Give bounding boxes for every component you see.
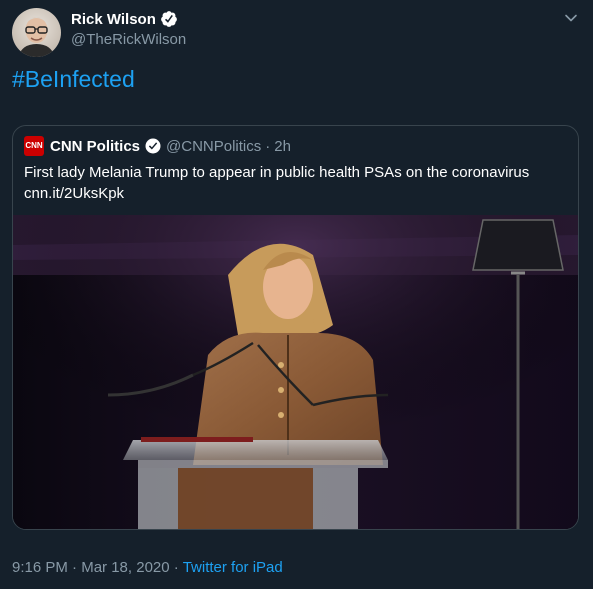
quoted-media-image[interactable] — [13, 215, 578, 529]
verified-badge-icon — [144, 137, 162, 155]
separator-dot: · — [72, 559, 78, 576]
quoted-text-line: First lady Melania Trump to appear in pu… — [24, 164, 530, 181]
cnn-logo-icon: CNN — [24, 136, 44, 156]
quoted-tweet-text: First lady Melania Trump to appear in pu… — [24, 162, 569, 204]
separator-dot: · — [173, 559, 179, 576]
quoted-tweet-header: CNN CNN Politics @CNNPolitics · 2h — [24, 136, 291, 156]
tweet-hashtag-link[interactable]: #BeInfected — [12, 66, 135, 93]
quoted-timestamp: 2h — [274, 137, 291, 155]
author-handle[interactable]: @TheRickWilson — [71, 31, 186, 48]
tweet-time[interactable]: 9:16 PM — [12, 559, 68, 576]
author-display-name[interactable]: Rick Wilson — [71, 11, 156, 28]
quoted-tweet-card[interactable]: CNN CNN Politics @CNNPolitics · 2h First… — [12, 125, 579, 530]
tweet-source-link[interactable]: Twitter for iPad — [183, 559, 283, 576]
quoted-handle: @CNNPolitics — [166, 137, 262, 155]
separator-dot: · — [265, 137, 271, 155]
avatar[interactable] — [12, 8, 61, 57]
quoted-link[interactable]: cnn.it/2UksKpk — [24, 183, 569, 204]
chevron-down-icon[interactable] — [563, 10, 579, 26]
author-name-row[interactable]: Rick Wilson — [71, 10, 178, 28]
tweet-date[interactable]: Mar 18, 2020 — [81, 559, 169, 576]
tweet-footer: 9:16 PM · Mar 18, 2020 · Twitter for iPa… — [12, 559, 283, 576]
verified-badge-icon — [160, 10, 178, 28]
quoted-display-name: CNN Politics — [50, 137, 141, 155]
